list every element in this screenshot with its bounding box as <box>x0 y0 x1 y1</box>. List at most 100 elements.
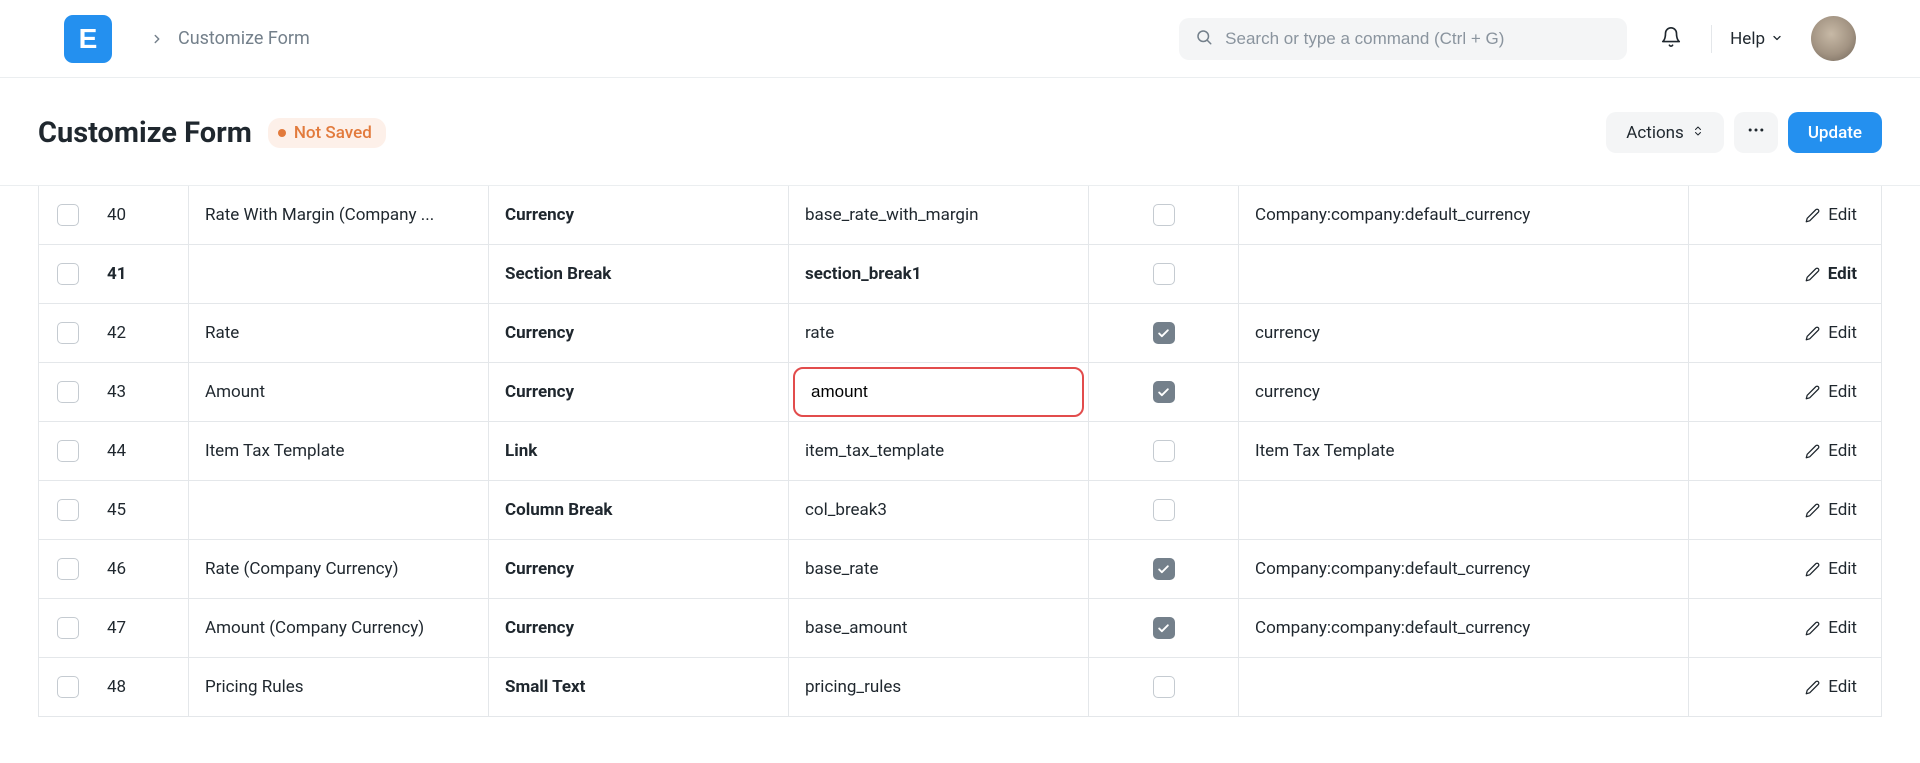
field-name-cell[interactable]: section_break1 <box>789 245 1089 304</box>
nav-divider <box>1711 25 1712 53</box>
field-name-cell[interactable]: col_break3 <box>789 481 1089 540</box>
row-select-cell: 43 <box>39 363 189 422</box>
avatar[interactable] <box>1811 16 1856 61</box>
pencil-icon <box>1805 267 1820 282</box>
row-number: 47 <box>107 618 126 638</box>
field-options-cell[interactable]: Company:company:default_currency <box>1239 540 1689 599</box>
field-label-cell[interactable]: Item Tax Template <box>189 422 489 481</box>
row-number: 46 <box>107 559 126 579</box>
page-header: Customize Form Not Saved Actions Update <box>0 78 1920 186</box>
edit-label: Edit <box>1828 677 1857 697</box>
row-select-checkbox[interactable] <box>57 440 79 462</box>
app-logo[interactable]: E <box>64 15 112 63</box>
edit-row-button[interactable]: Edit <box>1689 363 1881 422</box>
edit-row-button[interactable]: Edit <box>1689 658 1881 717</box>
row-select-cell: 42 <box>39 304 189 363</box>
field-label-cell[interactable]: Amount (Company Currency) <box>189 599 489 658</box>
row-select-cell: 44 <box>39 422 189 481</box>
global-search[interactable] <box>1179 18 1627 60</box>
row-select-checkbox[interactable] <box>57 676 79 698</box>
field-name-cell[interactable]: item_tax_template <box>789 422 1089 481</box>
edit-label: Edit <box>1828 441 1857 461</box>
help-menu[interactable]: Help <box>1730 29 1783 49</box>
field-type-cell[interactable]: Link <box>489 422 789 481</box>
mandatory-checkbox[interactable] <box>1153 440 1175 462</box>
field-type-cell[interactable]: Small Text <box>489 658 789 717</box>
pencil-icon <box>1805 680 1820 695</box>
table-row: 41Section Breaksection_break1Edit <box>39 245 1881 304</box>
mandatory-checkbox[interactable] <box>1153 381 1175 403</box>
field-options-cell[interactable]: currency <box>1239 304 1689 363</box>
field-name-cell[interactable]: base_rate_with_margin <box>789 186 1089 245</box>
field-options-cell[interactable] <box>1239 481 1689 540</box>
row-number: 43 <box>107 382 126 402</box>
edit-row-button[interactable]: Edit <box>1689 186 1881 245</box>
table-row: 47 Amount (Company Currency)Currencybase_… <box>39 599 1881 658</box>
edit-row-button[interactable]: Edit <box>1689 540 1881 599</box>
field-name-cell[interactable]: base_amount <box>789 599 1089 658</box>
field-name-cell[interactable]: base_rate <box>789 540 1089 599</box>
mandatory-checkbox[interactable] <box>1153 263 1175 285</box>
edit-row-button[interactable]: Edit <box>1689 599 1881 658</box>
breadcrumb[interactable]: Customize Form <box>178 28 310 49</box>
field-type-cell[interactable]: Currency <box>489 599 789 658</box>
field-name-cell[interactable]: rate <box>789 304 1089 363</box>
field-options-cell[interactable]: Company:company:default_currency <box>1239 186 1689 245</box>
mandatory-cell <box>1089 186 1239 245</box>
field-options-cell[interactable]: Company:company:default_currency <box>1239 599 1689 658</box>
row-select-checkbox[interactable] <box>57 617 79 639</box>
field-label-cell[interactable] <box>189 245 489 304</box>
edit-row-button[interactable]: Edit <box>1689 304 1881 363</box>
pencil-icon <box>1805 444 1820 459</box>
mandatory-checkbox[interactable] <box>1153 676 1175 698</box>
field-options-cell[interactable] <box>1239 245 1689 304</box>
field-label-cell[interactable]: Rate (Company Currency) <box>189 540 489 599</box>
row-select-checkbox[interactable] <box>57 263 79 285</box>
more-menu-button[interactable] <box>1734 112 1778 153</box>
row-select-checkbox[interactable] <box>57 499 79 521</box>
pencil-icon <box>1805 621 1820 636</box>
table-row: 42 RateCurrencyrate currency Edit <box>39 304 1881 363</box>
row-number: 45 <box>107 500 126 520</box>
edit-label: Edit <box>1828 323 1857 343</box>
mandatory-checkbox[interactable] <box>1153 617 1175 639</box>
field-name-cell[interactable]: pricing_rules <box>789 658 1089 717</box>
field-type-cell[interactable]: Currency <box>489 304 789 363</box>
row-number: 48 <box>107 677 126 697</box>
notifications-button[interactable] <box>1651 19 1691 59</box>
field-label-cell[interactable]: Pricing Rules <box>189 658 489 717</box>
field-type-cell[interactable]: Column Break <box>489 481 789 540</box>
row-select-checkbox[interactable] <box>57 204 79 226</box>
field-name-input[interactable] <box>809 381 1068 403</box>
mandatory-checkbox[interactable] <box>1153 322 1175 344</box>
mandatory-checkbox[interactable] <box>1153 499 1175 521</box>
edit-row-button[interactable]: Edit <box>1689 422 1881 481</box>
update-button[interactable]: Update <box>1788 112 1882 153</box>
field-type-cell[interactable]: Currency <box>489 186 789 245</box>
help-label: Help <box>1730 29 1765 49</box>
row-select-checkbox[interactable] <box>57 322 79 344</box>
edit-row-button[interactable]: Edit <box>1689 245 1881 304</box>
field-options-cell[interactable]: Item Tax Template <box>1239 422 1689 481</box>
fields-table: 40Rate With Margin (Company ...Currencyb… <box>0 186 1920 717</box>
field-name-cell[interactable] <box>789 363 1089 422</box>
field-label-cell[interactable]: Rate With Margin (Company ... <box>189 186 489 245</box>
field-type-cell[interactable]: Section Break <box>489 245 789 304</box>
edit-row-button[interactable]: Edit <box>1689 481 1881 540</box>
row-select-cell: 45 <box>39 481 189 540</box>
row-select-cell: 46 <box>39 540 189 599</box>
row-select-checkbox[interactable] <box>57 558 79 580</box>
field-type-cell[interactable]: Currency <box>489 540 789 599</box>
field-options-cell[interactable]: currency <box>1239 363 1689 422</box>
row-select-checkbox[interactable] <box>57 381 79 403</box>
field-type-cell[interactable]: Currency <box>489 363 789 422</box>
search-input[interactable] <box>1223 28 1611 50</box>
row-number: 42 <box>107 323 126 343</box>
mandatory-checkbox[interactable] <box>1153 204 1175 226</box>
field-label-cell[interactable]: Amount <box>189 363 489 422</box>
mandatory-checkbox[interactable] <box>1153 558 1175 580</box>
field-label-cell[interactable] <box>189 481 489 540</box>
actions-menu-button[interactable]: Actions <box>1606 112 1724 153</box>
field-options-cell[interactable] <box>1239 658 1689 717</box>
field-label-cell[interactable]: Rate <box>189 304 489 363</box>
